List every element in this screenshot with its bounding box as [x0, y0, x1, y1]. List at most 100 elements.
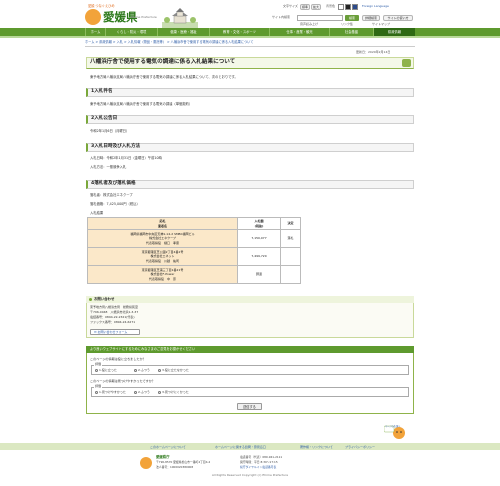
footer-hours: 開庁時間：平日 8:30～17:15: [240, 460, 278, 464]
breadcrumb[interactable]: ホーム > 県政情報 > 入札 > 入札情報（物品・委託等） > 八幡浜市舎で使…: [85, 40, 253, 44]
q1-radio-3[interactable]: [158, 369, 161, 372]
results-table: 応札 業者名 入札額 (税抜) 決定 福岡県福岡市中央区天神1-14-2 SMB…: [87, 217, 301, 284]
price-text: 落札価格：7,425,000円（税込）: [90, 202, 140, 206]
font-size-large-button[interactable]: 拡大: [311, 4, 321, 10]
q1-option-1: 1.役に立った: [99, 368, 117, 372]
q2-option-1: 1.見つけやすかった: [99, 390, 126, 394]
result-cell: [280, 265, 301, 284]
footer-link-inquiry[interactable]: ホームページに関する質問・意見窓口: [215, 445, 266, 449]
survey-submit-button[interactable]: 送信する: [237, 403, 262, 410]
gnav-home[interactable]: ホーム: [85, 28, 105, 36]
section-body-3a: 入札日時：令和2年1月31日（金曜日）午前10時: [90, 156, 162, 160]
gnav-underline: [0, 36, 500, 38]
contact-line-1: 東予地方局八幡浜支局 総務県民室: [90, 305, 139, 309]
voice-reader-link[interactable]: 音声読み上げ: [300, 23, 318, 26]
contact-line-4: ファックス番号：0894-24-6271: [90, 320, 136, 324]
result-cell: 落札: [280, 229, 301, 248]
page-top-label[interactable]: ページの先頭へ: [385, 425, 400, 428]
foreign-language-link[interactable]: Foreign Language: [362, 5, 389, 8]
footer-directory-link[interactable]: 県庁ダイヤルイン電話番号表: [240, 466, 276, 469]
section-title-4: 4落札者及び落札価格: [91, 181, 136, 186]
section-title-1: 1入札件名: [91, 89, 113, 94]
q1-radio-2[interactable]: [134, 369, 137, 372]
detail-search-button[interactable]: 詳細検索: [362, 15, 380, 21]
q2-radio-1[interactable]: [95, 391, 98, 394]
page: 愛顔 つなぐえひめ 愛媛県 Ehime Prefecture 文字サイズ 標準 …: [0, 0, 500, 486]
gnav-health[interactable]: 健康・医療・福祉: [157, 28, 209, 36]
bidder-representative: 代表取締役 樋口 孝康: [145, 240, 179, 245]
table-row: 福岡県福岡市中央区天神1-14-2 SMBC福岡ビル 株式会社エネクープ 代表取…: [87, 229, 301, 248]
bidder-representative: 代表取締役 中 原: [148, 276, 176, 281]
font-size-label: 文字サイズ: [283, 4, 298, 8]
search-button[interactable]: 検索: [345, 15, 359, 21]
section-heading-2: [86, 115, 414, 124]
link-list-link[interactable]: リンク集: [341, 23, 353, 26]
table-row: 東京都港区芝公園2丁目4番1号 株式会社エネット 代表取締役 川越 祐司 7,4…: [87, 247, 301, 266]
header-bidder: 応札 業者名: [87, 217, 238, 230]
logo-tagline: 愛顔 つなぐえひめ: [88, 4, 115, 8]
contact-line-3: 電話番号：0894-22-2321(代表): [90, 315, 135, 319]
search-input[interactable]: [297, 15, 343, 21]
amount-cell: 辞退: [237, 265, 281, 284]
q1-option-2: 2.ふつう: [138, 368, 150, 372]
q2-radio-3[interactable]: [158, 391, 161, 394]
bg-color-black-button[interactable]: [345, 4, 351, 10]
contact-line-2: 〒796-0048 八幡浜市北浜1-3-37: [90, 310, 139, 314]
q2-option-3: 3.見つけにくかった: [162, 390, 189, 394]
gnav-infrastructure[interactable]: 社会基盤: [329, 28, 373, 36]
footer-link-copyright[interactable]: 著作権・リンクについて: [300, 445, 333, 449]
footer-address-2: 法人番号：1000020380008: [156, 465, 194, 469]
copyright: All Rights Reserved Copyright (c) Ehime …: [211, 473, 289, 477]
contact-heading-bar: [86, 296, 414, 303]
table-caption: 入札結果: [90, 211, 104, 215]
table-header-row: 応札 業者名 入札額 (税抜) 決定: [87, 217, 301, 230]
page-title-decoration-icon: [402, 59, 411, 67]
gnav-prefectural[interactable]: 県政情報: [373, 28, 415, 36]
bidder-representative: 代表取締役 川越 祐司: [145, 258, 179, 263]
section-title-3: 3入札日時及び入札方法: [91, 144, 141, 149]
footer-link-about[interactable]: このホームページについて: [150, 445, 186, 449]
contact-form-label: お問い合わせフォーム: [97, 330, 128, 334]
section-heading-1: [86, 88, 414, 97]
section-title-2: 2入札公告日: [91, 116, 118, 121]
footer-logo-icon: [140, 457, 152, 469]
section-body-3b: 入札方法：一般競争入札: [90, 165, 127, 169]
footer-office-name: 愛媛県庁: [156, 455, 170, 459]
footer-link-privacy[interactable]: プライバシーポリシー: [345, 445, 375, 449]
site-usage-button[interactable]: サイトの使い方: [383, 15, 413, 21]
bidder-cell: 福岡県福岡市中央区天神1-14-2 SMBC福岡ビル 株式会社エネクープ 代表取…: [87, 229, 238, 248]
contact-bullet-icon: [89, 298, 92, 301]
q1-radio-1[interactable]: [95, 369, 98, 372]
logo-subtitle: Ehime Prefecture: [131, 15, 157, 19]
q2-radio-2[interactable]: [134, 391, 137, 394]
survey-heading: より良いウェブサイトにするためにみなさまのご意見をお聞かせください: [90, 347, 196, 351]
sitemap-link[interactable]: サイトマップ: [372, 23, 390, 26]
footer-phone: 電話番号（代表）089-941-2111: [240, 455, 283, 459]
updated-date: 更新日：2020年2月14日: [356, 50, 391, 54]
amount-cell: 7,150,077: [237, 229, 281, 248]
winner-text: 落札者：株式会社エネクープ: [90, 193, 133, 197]
result-cell: [280, 247, 301, 266]
footer-address-1: 〒790-8570 愛媛県松山市一番町4丁目4-2: [156, 460, 211, 464]
contact-form-button[interactable]: ✉ お問い合わせフォーム: [90, 329, 140, 335]
font-size-standard-button[interactable]: 標準: [300, 4, 310, 10]
site-search-label: サイト内検索: [272, 15, 291, 19]
intro-text: 東予地方局八幡浜支局八幡浜庁舎で使用する電気の調達に係る入札結果について、次のと…: [90, 75, 238, 79]
section-body-2: 令和2年1月6日（月曜日）: [90, 129, 130, 133]
contact-heading: お問い合わせ: [94, 297, 115, 301]
q1-option-3: 3.役に立たなかった: [162, 368, 189, 372]
survey-legend-2: 評価: [94, 384, 103, 388]
amount-cell: 7,499,720: [237, 247, 281, 266]
bg-color-white-button[interactable]: [338, 4, 344, 10]
breadcrumb-divider: [85, 46, 415, 47]
gnav-work[interactable]: 仕事・産業・観光: [269, 28, 329, 36]
gnav-living[interactable]: くらし・防災・環境: [105, 28, 157, 36]
bg-color-blue-button[interactable]: [352, 4, 358, 10]
bidder-cell: 東京都港区芝浦三丁目1番21号 株式会社F-Power 代表取締役 中 原: [87, 265, 238, 284]
survey-question-2: このページの情報は見つけやすかったですか？: [90, 379, 155, 383]
logo-mark-icon[interactable]: [85, 9, 101, 25]
header-amount: 入札額 (税抜): [237, 217, 281, 230]
castle-illustration-icon: [162, 8, 198, 28]
gnav-education[interactable]: 教育・文化・スポーツ: [209, 28, 269, 36]
section-body-1: 東予地方局八幡浜支局八幡浜庁舎で使用する電気の調達（単価契約）: [90, 102, 193, 106]
